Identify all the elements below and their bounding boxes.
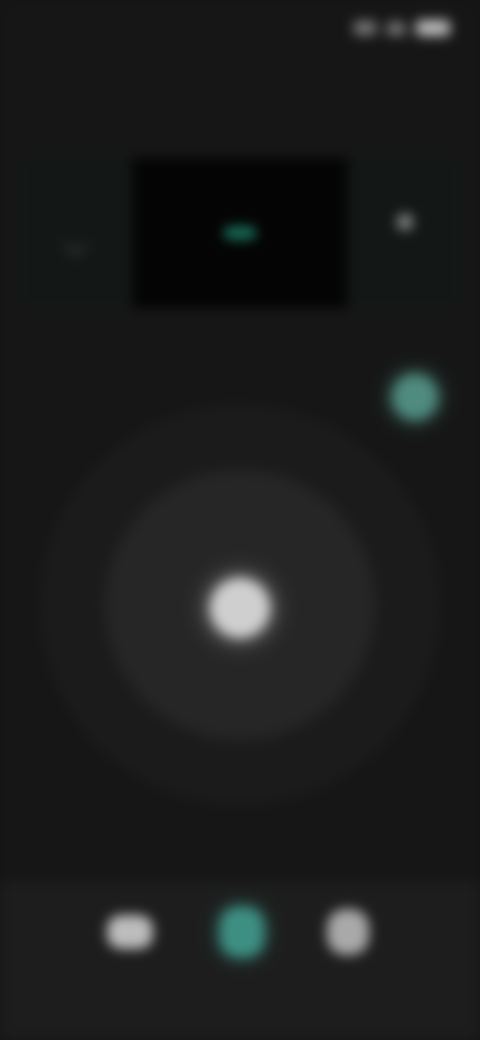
bottom-nav [0,882,480,1040]
mode-panel [20,158,460,308]
screen [0,0,480,1040]
wifi-icon [386,21,406,35]
chevron-down-icon [62,231,88,257]
mode-prev[interactable] [20,158,130,308]
nav-item-1[interactable] [100,902,160,962]
signal-icon [354,21,376,35]
dot-icon [397,214,413,230]
joystick-knob[interactable] [210,578,270,638]
status-icons [354,20,450,36]
nav-item-3[interactable] [318,902,378,962]
battery-icon [416,20,450,36]
nav-item-2[interactable] [210,902,274,962]
third-nav-icon [327,909,369,955]
status-bar [0,0,480,64]
mode-current [132,158,348,308]
first-nav-icon [107,915,153,949]
toggle-button[interactable] [392,374,438,420]
mode-current-value [224,227,256,239]
active-nav-icon [220,907,264,957]
mode-next[interactable] [350,158,460,308]
